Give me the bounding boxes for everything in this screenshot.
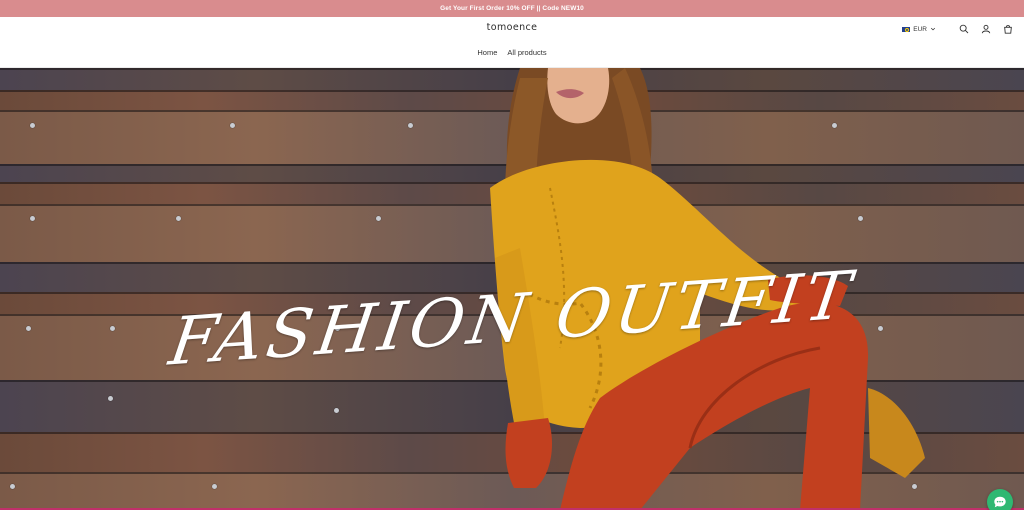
header-tools: EUR [902, 23, 1014, 35]
announcement-bar: Get Your First Order 10% OFF || Code NEW… [0, 0, 1024, 17]
chevron-down-icon [930, 27, 936, 31]
hero-banner[interactable]: FASHION OUTFIT [0, 68, 1024, 510]
search-icon[interactable] [958, 23, 970, 35]
chat-bubble-icon [994, 496, 1006, 508]
announcement-text: Get Your First Order 10% OFF || Code NEW… [440, 5, 584, 12]
cart-icon[interactable] [1002, 23, 1014, 35]
site-header: tomoence EUR Home All products [0, 17, 1024, 68]
nav-link-home[interactable]: Home [477, 48, 497, 57]
eu-flag-icon [902, 26, 911, 32]
currency-selector[interactable]: EUR [902, 26, 936, 33]
store-logo[interactable]: tomoence [0, 22, 1024, 33]
account-icon[interactable] [980, 23, 992, 35]
currency-code: EUR [913, 25, 927, 33]
chat-button[interactable] [987, 489, 1013, 510]
main-nav: Home All products [0, 48, 1024, 57]
nav-link-all-products[interactable]: All products [507, 48, 546, 57]
